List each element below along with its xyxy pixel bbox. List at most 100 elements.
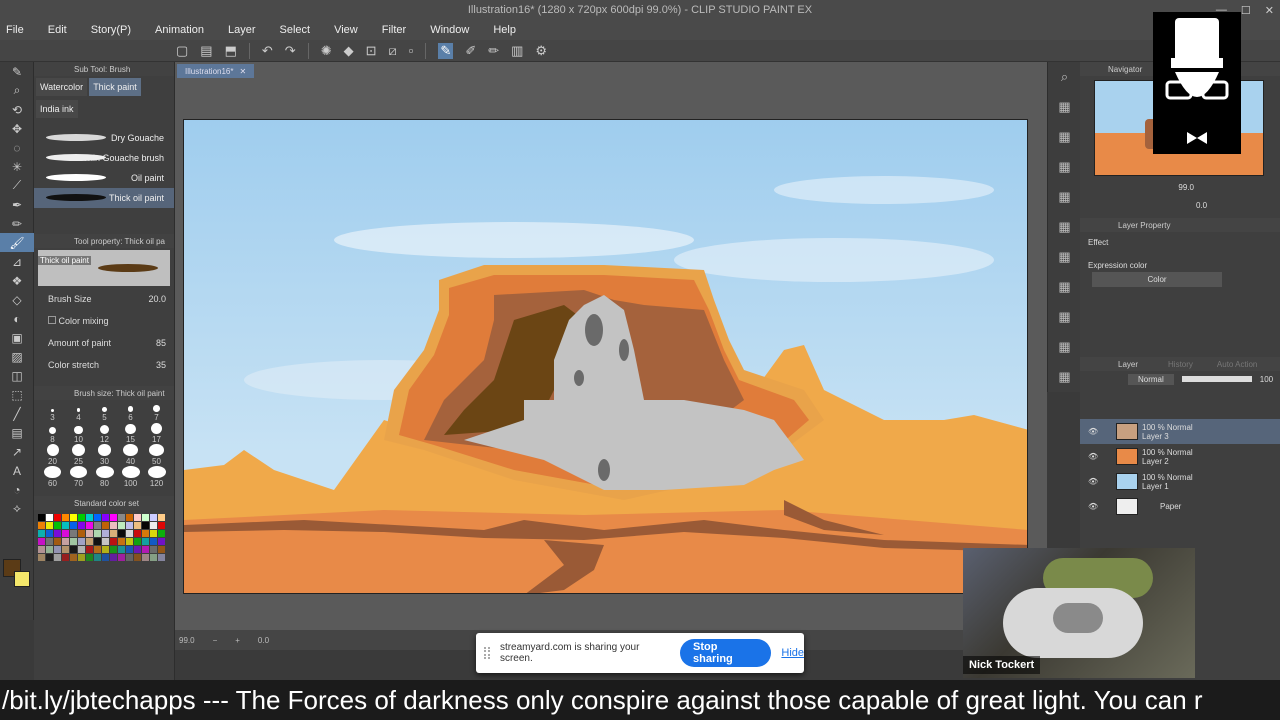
- color-swatch[interactable]: [62, 538, 69, 545]
- brush-size-option[interactable]: 12: [92, 422, 117, 444]
- color-swatch[interactable]: [110, 538, 117, 545]
- color-swatch[interactable]: [158, 546, 165, 553]
- color-swatch[interactable]: [142, 538, 149, 545]
- color-swatch[interactable]: [62, 514, 69, 521]
- pen-tool-icon[interactable]: ✒: [0, 195, 34, 214]
- color-swatch[interactable]: [118, 522, 125, 529]
- text-tool-icon[interactable]: A: [0, 461, 34, 480]
- color-swatch[interactable]: [134, 530, 141, 537]
- lasso-icon[interactable]: ◌: [0, 138, 34, 157]
- color-swatch[interactable]: [46, 538, 53, 545]
- color-swatch[interactable]: [102, 514, 109, 521]
- color-swatch[interactable]: [46, 554, 53, 561]
- material-icon[interactable]: ▦: [1048, 272, 1081, 302]
- close-icon[interactable]: ✕: [1265, 4, 1274, 17]
- undo-icon[interactable]: ↶: [262, 43, 273, 59]
- menu-filter[interactable]: Filter: [382, 24, 406, 36]
- tab-india-ink[interactable]: India ink: [36, 100, 78, 118]
- menu-file[interactable]: File: [6, 24, 24, 36]
- layer-row[interactable]: 👁 Paper: [1080, 494, 1280, 519]
- material-icon[interactable]: ▦: [1048, 332, 1081, 362]
- brush-size-option[interactable]: 15: [118, 422, 143, 444]
- pencil-icon[interactable]: ✏: [0, 214, 34, 233]
- blend-icon[interactable]: ◐: [0, 309, 34, 328]
- color-swatch[interactable]: [46, 514, 53, 521]
- material-icon[interactable]: ▦: [1048, 122, 1081, 152]
- color-swatch[interactable]: [110, 554, 117, 561]
- color-swatch[interactable]: [118, 554, 125, 561]
- redo-icon[interactable]: ↷: [285, 43, 296, 59]
- menu-window[interactable]: Window: [430, 24, 469, 36]
- color-swatch[interactable]: [134, 554, 141, 561]
- color-swatch[interactable]: [94, 530, 101, 537]
- color-swatch[interactable]: [118, 546, 125, 553]
- color-swatch[interactable]: [38, 530, 45, 537]
- sub-color-swatch[interactable]: [14, 571, 30, 587]
- hide-link[interactable]: Hide: [781, 647, 804, 659]
- brush-size-option[interactable]: 5: [92, 400, 117, 422]
- brush-size-option[interactable]: 120: [144, 466, 169, 488]
- brush-size-option[interactable]: 3: [40, 400, 65, 422]
- color-swatch[interactable]: [62, 554, 69, 561]
- color-swatch[interactable]: [54, 522, 61, 529]
- color-swatch[interactable]: [110, 514, 117, 521]
- color-swatch[interactable]: [54, 554, 61, 561]
- color-swatch[interactable]: [54, 530, 61, 537]
- color-swatch[interactable]: [126, 554, 133, 561]
- color-swatch[interactable]: [86, 554, 93, 561]
- brush-size-option[interactable]: 70: [66, 466, 91, 488]
- material-icon[interactable]: ▦: [1048, 92, 1081, 122]
- color-swatch[interactable]: [70, 530, 77, 537]
- color-swatch[interactable]: [94, 554, 101, 561]
- menu-edit[interactable]: Edit: [48, 24, 67, 36]
- correct-line-icon[interactable]: ⟡: [0, 499, 34, 518]
- color-swatch[interactable]: [158, 554, 165, 561]
- color-swatch[interactable]: [158, 522, 165, 529]
- brush-size-option[interactable]: 80: [92, 466, 117, 488]
- color-swatch[interactable]: [126, 546, 133, 553]
- color-swatch[interactable]: [126, 514, 133, 521]
- tab-auto-action[interactable]: Auto Action: [1217, 360, 1257, 369]
- eyedropper-icon[interactable]: ⟋: [0, 176, 34, 195]
- color-swatch[interactable]: [38, 514, 45, 521]
- color-swatch[interactable]: [126, 530, 133, 537]
- brush-size-option[interactable]: 40: [118, 444, 143, 466]
- color-swatch[interactable]: [86, 546, 93, 553]
- material-icon[interactable]: ▦: [1048, 182, 1081, 212]
- menu-select[interactable]: Select: [280, 24, 311, 36]
- color-swatch[interactable]: [38, 554, 45, 561]
- layer-row[interactable]: 👁 100 % Normal Layer 3: [1080, 419, 1280, 444]
- material-icon[interactable]: ▦: [1048, 212, 1081, 242]
- brush-size-option[interactable]: 100: [118, 466, 143, 488]
- color-swatch[interactable]: [62, 546, 69, 553]
- color-swatch[interactable]: [110, 522, 117, 529]
- operation-icon[interactable]: ⟲: [0, 100, 34, 119]
- new-icon[interactable]: ▢: [176, 43, 188, 59]
- color-swatch[interactable]: [62, 530, 69, 537]
- save-icon[interactable]: ⬒: [225, 43, 237, 59]
- color-swatch[interactable]: [126, 522, 133, 529]
- brush-size-option[interactable]: 30: [92, 444, 117, 466]
- material-icon[interactable]: ▦: [1048, 302, 1081, 332]
- color-swatch[interactable]: [78, 522, 85, 529]
- search-icon[interactable]: ⌕: [1048, 62, 1081, 92]
- balloon-icon[interactable]: ◔: [0, 480, 34, 499]
- brush-size-row[interactable]: Brush Size 20.0: [34, 288, 174, 310]
- material-icon[interactable]: ▦: [1048, 152, 1081, 182]
- color-swatch[interactable]: [142, 530, 149, 537]
- color-swatch[interactable]: [102, 546, 109, 553]
- color-swatch[interactable]: [134, 514, 141, 521]
- color-swatch[interactable]: [142, 546, 149, 553]
- airbrush-icon[interactable]: ⊿: [0, 252, 34, 271]
- brush-size-value[interactable]: 20.0: [148, 294, 166, 304]
- color-swatch[interactable]: [150, 530, 157, 537]
- gradient-icon[interactable]: ▨: [0, 347, 34, 366]
- color-swatch[interactable]: [70, 554, 77, 561]
- stop-sharing-button[interactable]: Stop sharing: [680, 639, 772, 667]
- color-swatch[interactable]: [54, 514, 61, 521]
- color-swatch[interactable]: [70, 538, 77, 545]
- color-swatch[interactable]: [118, 530, 125, 537]
- zoom-icon[interactable]: ⌕: [0, 81, 34, 100]
- opacity-value[interactable]: 100: [1260, 375, 1273, 384]
- navigator-rotation[interactable]: 0.0: [1196, 201, 1207, 210]
